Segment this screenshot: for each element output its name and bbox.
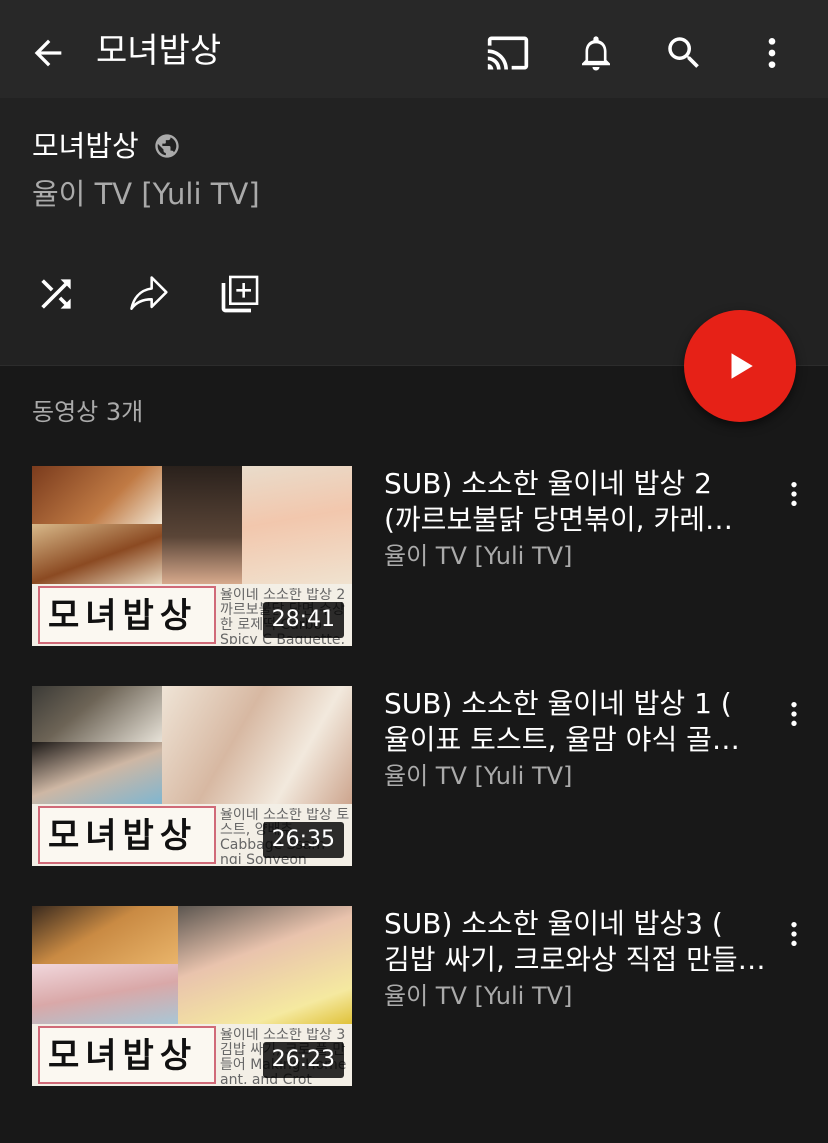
search-button[interactable] xyxy=(658,27,710,79)
video-duration: 26:23 xyxy=(262,1042,344,1078)
shuffle-button[interactable] xyxy=(30,268,82,320)
page-title: 모녀밥상 xyxy=(96,31,222,71)
video-meta[interactable]: SUB) 소소한 율이네 밥상 2 (까르보불닭 당면볶이, 카레 바게… 율이… xyxy=(384,466,778,574)
bell-icon xyxy=(582,36,610,71)
more-vert-icon xyxy=(791,702,797,726)
thumbnail-logo: 모녀밥상 xyxy=(38,586,216,644)
video-thumbnail[interactable]: 모녀밥상 율이네 소소한 밥상 3 김밥 싸기, 크로 플 만들어 Making… xyxy=(32,906,352,1086)
video-duration: 26:35 xyxy=(262,822,344,858)
back-button[interactable] xyxy=(22,27,74,79)
more-vert-icon xyxy=(768,38,776,68)
video-item[interactable]: 모녀밥상 율이네 소소한 밥상 3 김밥 싸기, 크로 플 만들어 Making… xyxy=(0,906,828,1086)
play-all-button[interactable] xyxy=(684,310,796,422)
video-thumbnail[interactable]: 모녀밥상 율이네 소소한 밥상 토스트, 양배추 Cabbage Ssam ng… xyxy=(32,686,352,866)
back-arrow-icon xyxy=(34,39,62,67)
more-options-button[interactable] xyxy=(746,27,798,79)
thumbnail-logo: 모녀밥상 xyxy=(38,1026,216,1084)
video-title[interactable]: SUB) 소소한 율이네 밥상 2 (까르보불닭 당면볶이, 카레 바게… xyxy=(384,466,778,538)
search-icon xyxy=(668,37,699,68)
shuffle-icon xyxy=(41,279,71,309)
more-vert-icon xyxy=(791,922,797,946)
video-count: 동영상 3개 xyxy=(32,398,144,426)
video-meta[interactable]: SUB) 소소한 율이네 밥상 1 ( 율이표 토스트, 율맘 야식 골… 율이… xyxy=(384,686,778,794)
video-item[interactable]: 모녀밥상 율이네 소소한 밥상 2 까르보불닭 당면 수상한 로제떡 Carbo… xyxy=(0,466,828,646)
more-vert-icon xyxy=(791,482,797,506)
video-more-button[interactable] xyxy=(774,912,814,956)
playlist-title: 모녀밥상 xyxy=(32,129,139,163)
add-to-playlist-icon xyxy=(221,275,259,313)
video-meta[interactable]: SUB) 소소한 율이네 밥상3 ( 김밥 싸기, 크로와상 직접 만들… 율이… xyxy=(384,906,778,1014)
video-channel: 율이 TV [Yuli TV] xyxy=(384,542,573,570)
video-item[interactable]: 모녀밥상 율이네 소소한 밥상 토스트, 양배추 Cabbage Ssam ng… xyxy=(0,686,828,866)
thumbnail-logo: 모녀밥상 xyxy=(38,806,216,864)
video-more-button[interactable] xyxy=(774,692,814,736)
notifications-button[interactable] xyxy=(570,27,622,79)
video-more-button[interactable] xyxy=(774,472,814,516)
play-icon xyxy=(731,353,753,379)
video-channel: 율이 TV [Yuli TV] xyxy=(384,982,573,1010)
share-button[interactable] xyxy=(122,268,174,320)
globe-icon xyxy=(153,132,181,160)
playlist-owner[interactable]: 율이 TV [Yuli TV] xyxy=(32,174,260,214)
video-title[interactable]: SUB) 소소한 율이네 밥상3 ( 김밥 싸기, 크로와상 직접 만들… xyxy=(384,906,778,978)
playlist-title-row: 모녀밥상 xyxy=(32,126,181,166)
cast-icon xyxy=(487,36,529,70)
video-channel: 율이 TV [Yuli TV] xyxy=(384,762,573,790)
save-to-playlist-button[interactable] xyxy=(214,268,266,320)
video-duration: 28:41 xyxy=(262,602,344,638)
cast-button[interactable] xyxy=(482,27,534,79)
share-icon xyxy=(130,276,168,310)
video-thumbnail[interactable]: 모녀밥상 율이네 소소한 밥상 2 까르보불닭 당면 수상한 로제떡 Carbo… xyxy=(32,466,352,646)
app-bar: 모녀밥상 xyxy=(0,0,828,98)
video-title[interactable]: SUB) 소소한 율이네 밥상 1 ( 율이표 토스트, 율맘 야식 골… xyxy=(384,686,778,758)
